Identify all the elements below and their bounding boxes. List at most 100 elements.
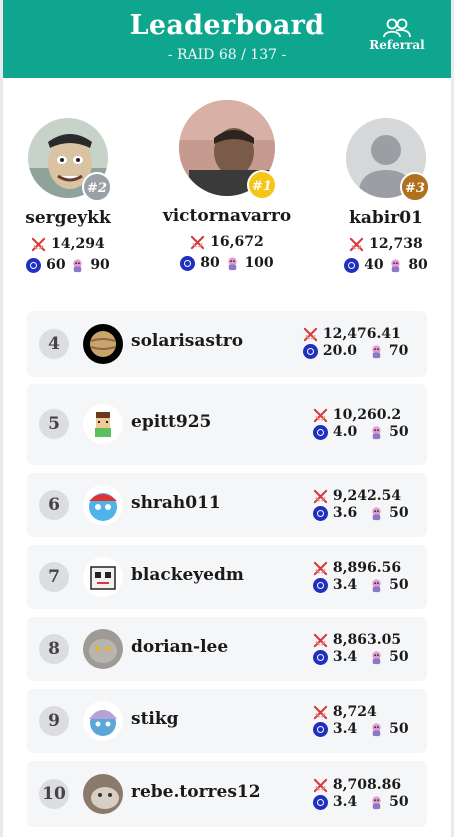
username: sergeykk [25, 208, 111, 228]
coin-icon [180, 255, 196, 271]
score-value: 8,708.86 [332, 777, 402, 793]
podium: #2 sergeykk 14,294 60 90 #1 victornavarr… [0, 100, 454, 290]
avatar [83, 774, 123, 814]
score-value: 10,260.2 [332, 407, 402, 423]
row-stats: 9,242.54 3.6 50 [313, 488, 409, 522]
list-item[interactable]: 10 rebe.torres12 8,708.86 3.4 50 [27, 761, 427, 827]
crossed-swords-icon [313, 408, 328, 423]
crossed-swords-icon [31, 237, 46, 252]
avatar: #2 [28, 118, 112, 202]
username: victornavarro [162, 206, 292, 226]
username: epitt925 [131, 412, 212, 432]
coin-icon [344, 257, 360, 273]
pet-value: 50 [389, 649, 409, 665]
token-value: 40 [364, 257, 384, 273]
list-item[interactable]: 8 dorian-lee 8,863.05 3.4 50 [27, 617, 427, 681]
score: 14,294 [18, 236, 118, 252]
username: kabir01 [349, 208, 423, 228]
crossed-swords-icon [313, 633, 328, 648]
score-value: 14,294 [51, 236, 105, 252]
avatar [83, 404, 123, 444]
avatar [83, 324, 123, 364]
score-value: 16,672 [210, 234, 264, 250]
pet-value: 50 [389, 505, 409, 521]
pet-icon [369, 425, 384, 440]
pet-value: 50 [389, 424, 409, 440]
token-value: 80 [200, 255, 220, 271]
rank-number: 9 [39, 706, 69, 736]
token-value: 3.4 [332, 794, 358, 810]
row-stats: 8,863.05 3.4 50 [313, 632, 409, 666]
coin-icon [313, 794, 328, 810]
pet-icon [369, 344, 384, 359]
list-item[interactable]: 5 epitt925 10,260.2 4.0 50 [27, 384, 427, 465]
pet-icon [369, 506, 384, 521]
pet-icon [388, 258, 403, 273]
coin-icon [313, 721, 328, 737]
token-value: 3.4 [332, 721, 358, 737]
pet-icon [70, 258, 85, 273]
username: rebe.torres12 [131, 782, 261, 802]
rank-badge: #3 [400, 172, 430, 202]
coin-icon [313, 424, 328, 440]
list-item[interactable]: 9 stikg 8,724 3.4 50 [27, 689, 427, 753]
coin-icon [303, 343, 318, 359]
username: shrah011 [131, 493, 221, 513]
avatar [83, 485, 123, 525]
list-item[interactable]: 6 shrah011 9,242.54 3.6 50 [27, 473, 427, 537]
coin-icon [313, 505, 328, 521]
list-item[interactable]: 4 solarisastro 12,476.41 20.0 70 [27, 311, 427, 377]
crossed-swords-icon [190, 235, 205, 250]
podium-second[interactable]: #2 sergeykk 14,294 60 90 [18, 118, 118, 273]
coin-icon [313, 577, 328, 593]
rank-badge: #2 [82, 172, 112, 202]
podium-third[interactable]: #3 kabir01 12,738 40 80 [336, 118, 436, 273]
pet-icon [369, 795, 384, 810]
score-value: 8,863.05 [332, 632, 402, 648]
pet-icon [369, 578, 384, 593]
rank-number: 6 [39, 490, 69, 520]
pet-icon [225, 256, 240, 271]
pet-value: 50 [389, 577, 409, 593]
rewards: 80 100 [157, 255, 297, 271]
pet-value: 100 [244, 255, 274, 271]
podium-first[interactable]: #1 victornavarro 16,672 80 100 [157, 100, 297, 271]
rewards: 40 80 [336, 257, 436, 273]
username: dorian-lee [131, 637, 229, 657]
pet-icon [369, 722, 384, 737]
list-item[interactable]: 7 blackeyedm 8,896.56 3.4 50 [27, 545, 427, 609]
pet-value: 80 [408, 257, 428, 273]
referral-button[interactable]: Referral [367, 18, 427, 52]
rewards: 60 90 [18, 257, 118, 273]
rank-number: 10 [39, 779, 69, 809]
crossed-swords-icon [313, 705, 328, 720]
rank-number: 7 [39, 562, 69, 592]
crossed-swords-icon [303, 327, 318, 342]
token-value: 4.0 [332, 424, 358, 440]
referral-label: Referral [369, 38, 425, 52]
row-stats: 10,260.2 4.0 50 [313, 407, 409, 441]
token-value: 60 [46, 257, 66, 273]
token-value: 3.6 [332, 505, 358, 521]
rank-number: 8 [39, 634, 69, 664]
coin-icon [313, 649, 328, 665]
score: 12,738 [336, 236, 436, 252]
avatar [83, 701, 123, 741]
score-value: 12,476.41 [322, 326, 401, 342]
row-stats: 8,896.56 3.4 50 [313, 560, 409, 594]
crossed-swords-icon [349, 237, 364, 252]
crossed-swords-icon [313, 561, 328, 576]
username: stikg [131, 709, 179, 729]
crossed-swords-icon [313, 489, 328, 504]
token-value: 3.4 [332, 577, 358, 593]
row-stats: 12,476.41 20.0 70 [303, 326, 408, 360]
score-value: 9,242.54 [332, 488, 402, 504]
referral-icon [383, 18, 411, 38]
token-value: 20.0 [322, 343, 357, 359]
username: blackeyedm [131, 565, 244, 585]
avatar: #3 [346, 118, 430, 202]
pet-value: 50 [389, 794, 409, 810]
crossed-swords-icon [313, 778, 328, 793]
score: 16,672 [157, 234, 297, 250]
avatar [83, 557, 123, 597]
